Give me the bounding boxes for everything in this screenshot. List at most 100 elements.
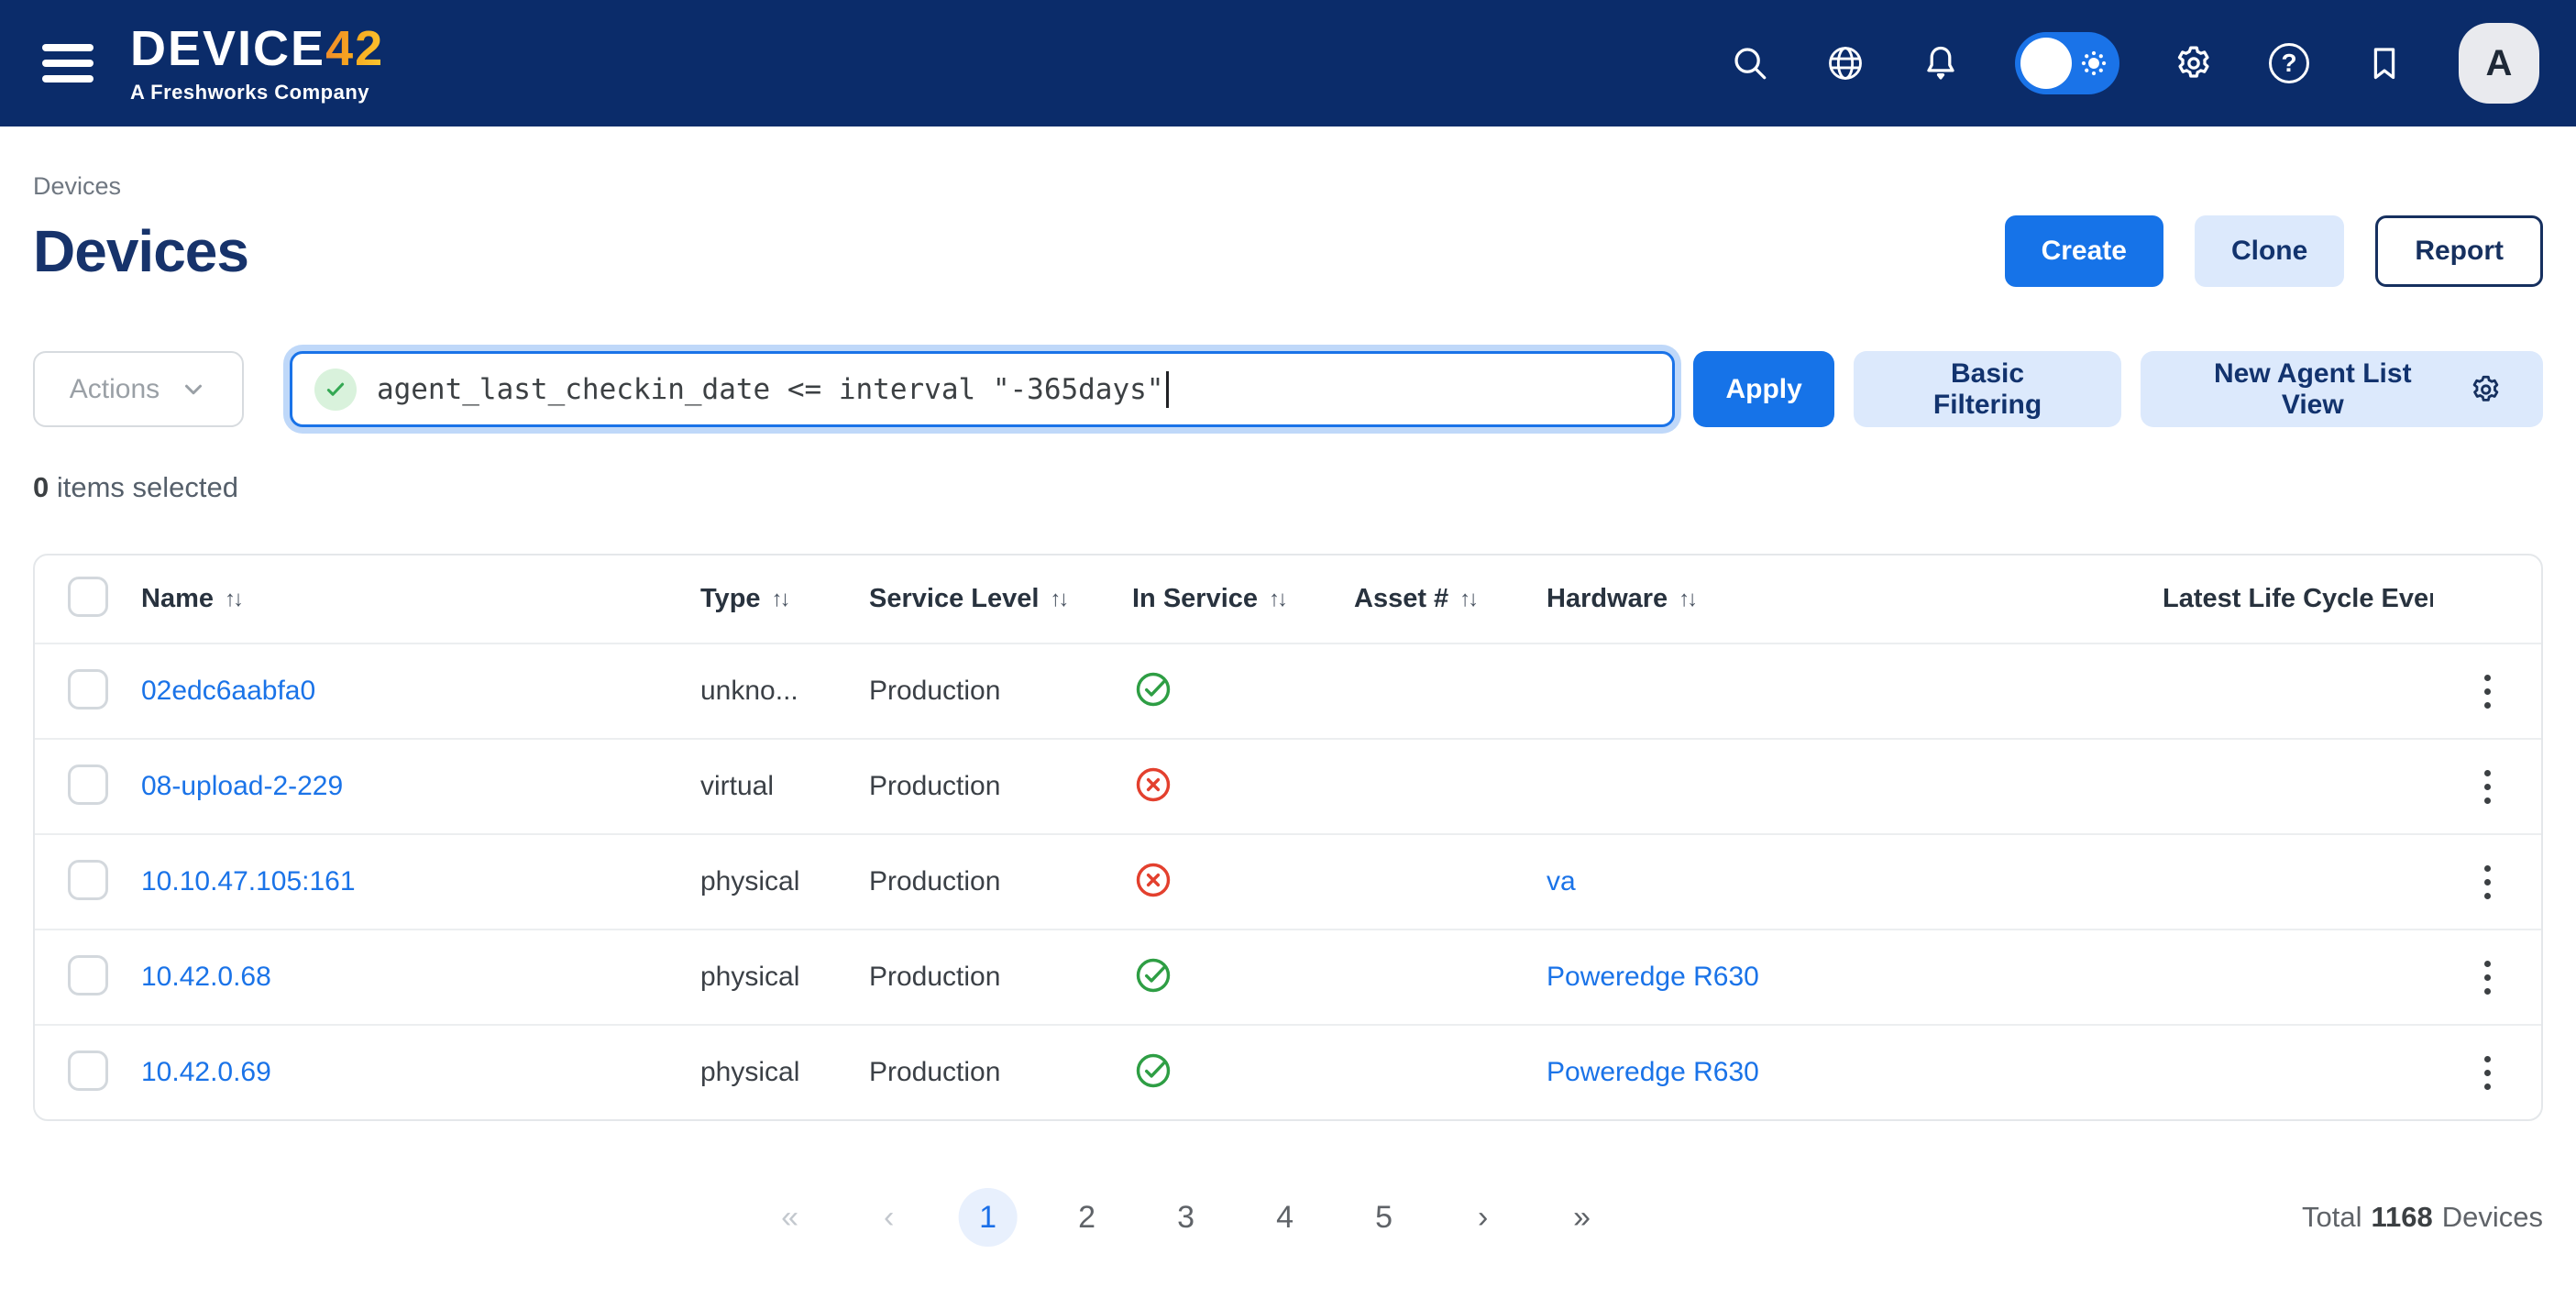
chevron-down-icon (180, 376, 207, 403)
pagination-page[interactable]: 5 (1355, 1188, 1414, 1247)
in-service-yes-icon (1132, 984, 1174, 1000)
theme-toggle[interactable] (2015, 32, 2119, 94)
sort-icon[interactable]: ↑↓ (1269, 587, 1285, 612)
row-actions-cell (2433, 666, 2541, 718)
row-actions-cell (2433, 1047, 2541, 1099)
row-actions-cell (2433, 952, 2541, 1004)
row-kebab-menu[interactable] (2433, 856, 2541, 908)
create-button[interactable]: Create (2005, 215, 2163, 287)
row-kebab-menu[interactable] (2433, 666, 2541, 718)
in-service-no-icon (1132, 794, 1174, 809)
bookmark-icon[interactable] (2363, 42, 2405, 84)
basic-filtering-button[interactable]: Basic Filtering (1854, 351, 2121, 427)
brand-text: DEVICE (130, 21, 325, 76)
column-header: Asset #↑↓ (1321, 584, 1514, 614)
settings-gear-icon[interactable] (2173, 42, 2215, 84)
column-header-label: Name (141, 584, 214, 614)
sort-icon[interactable]: ↑↓ (772, 587, 788, 612)
query-valid-icon (314, 368, 357, 411)
clone-button[interactable]: Clone (2195, 215, 2344, 287)
column-header: Name ↑↓ (108, 584, 667, 614)
service-level-cell: Production (836, 866, 1099, 897)
row-checkbox-cell (35, 1050, 108, 1095)
table-row: 10.10.47.105:161physicalProductionva (35, 833, 2541, 929)
row-checkbox-cell (35, 764, 108, 809)
row-checkbox-cell (35, 955, 108, 1000)
brand-logo[interactable]: DEVICE42 A Freshworks Company (130, 24, 384, 103)
hardware-link[interactable]: Poweredge R630 (1547, 962, 1759, 992)
in-service-cell (1099, 859, 1321, 906)
row-actions-cell (2433, 761, 2541, 813)
notifications-bell-icon[interactable] (1920, 42, 1962, 84)
type-cell: unkno... (667, 676, 836, 707)
pagination-page[interactable]: 4 (1256, 1188, 1315, 1247)
pagination-first[interactable]: « (761, 1188, 820, 1247)
row-checkbox[interactable] (68, 1050, 108, 1091)
help-icon[interactable]: ? (2268, 42, 2310, 84)
sort-icon[interactable]: ↑↓ (1459, 587, 1476, 612)
column-header: In Service ↑↓ (1099, 584, 1321, 614)
device-name-link[interactable]: 02edc6aabfa0 (141, 676, 315, 706)
pagination-page[interactable]: 1 (959, 1188, 1018, 1247)
hardware-cell: Poweredge R630 (1514, 962, 2130, 993)
page-title: Devices (33, 217, 248, 285)
service-level-cell: Production (836, 676, 1099, 707)
in-service-cell (1099, 764, 1321, 810)
row-actions-cell (2433, 856, 2541, 908)
filter-query-input[interactable]: agent_last_checkin_date <= interval "-36… (290, 351, 1675, 427)
device-name-link[interactable]: 10.42.0.69 (141, 1057, 271, 1087)
apply-button[interactable]: Apply (1693, 351, 1834, 427)
row-kebab-menu[interactable] (2433, 1047, 2541, 1099)
type-cell: physical (667, 1057, 836, 1088)
device-name-link[interactable]: 10.42.0.68 (141, 962, 271, 992)
row-checkbox[interactable] (68, 669, 108, 710)
pagination-last[interactable]: » (1553, 1188, 1612, 1247)
row-kebab-menu[interactable] (2433, 761, 2541, 813)
column-header-label: Service Level (869, 584, 1039, 614)
row-checkbox-cell (35, 669, 108, 714)
device-name-link[interactable]: 08-upload-2-229 (141, 771, 343, 801)
hardware-link[interactable]: va (1547, 866, 1576, 896)
pagination-page[interactable]: 2 (1058, 1188, 1117, 1247)
sort-icon[interactable]: ↑↓ (1679, 587, 1695, 612)
breadcrumb[interactable]: Devices (33, 172, 2543, 201)
search-icon[interactable] (1729, 42, 1771, 84)
sort-icon[interactable]: ↑↓ (1050, 587, 1066, 612)
brand-number: 42 (325, 21, 384, 76)
globe-icon[interactable] (1824, 42, 1866, 84)
name-cell: 10.42.0.68 (108, 962, 667, 993)
query-text: agent_last_checkin_date <= interval "-36… (377, 373, 1164, 406)
in-service-yes-icon (1132, 1080, 1174, 1095)
actions-dropdown[interactable]: Actions (33, 351, 244, 427)
pagination: « ‹ 12345 › » (761, 1188, 1612, 1247)
column-header: Service Level ↑↓ (836, 584, 1099, 614)
row-checkbox[interactable] (68, 764, 108, 805)
pagination-prev[interactable]: ‹ (860, 1188, 919, 1247)
devices-table: Name↑↓Type↑↓Service Level↑↓In Service↑↓A… (33, 554, 2543, 1121)
hardware-cell: va (1514, 866, 2130, 897)
brand-tagline: A Freshworks Company (130, 82, 384, 103)
new-agent-list-view-button[interactable]: New Agent List View (2141, 351, 2543, 427)
row-kebab-menu[interactable] (2433, 952, 2541, 1004)
pagination-next[interactable]: › (1454, 1188, 1513, 1247)
row-checkbox[interactable] (68, 860, 108, 900)
row-checkbox[interactable] (68, 955, 108, 996)
user-avatar[interactable]: A (2459, 23, 2539, 104)
hamburger-menu-icon[interactable] (37, 38, 99, 88)
column-header-label: Latest Life Cycle Ever (2163, 584, 2433, 614)
table-row: 02edc6aabfa0 unkno...Production (35, 643, 2541, 738)
hardware-link[interactable]: Poweredge R630 (1547, 1057, 1759, 1087)
report-button[interactable]: Report (2375, 215, 2543, 287)
select-all-checkbox[interactable] (68, 577, 108, 617)
sort-icon[interactable]: ↑↓ (225, 587, 241, 612)
column-header: Hardware ↑↓ (1514, 584, 2130, 614)
navbar-icons: ? A (1729, 23, 2539, 104)
device-name-link[interactable]: 10.10.47.105:161 (141, 866, 356, 896)
column-header-label: Hardware (1547, 584, 1668, 614)
table-row: 10.42.0.68physicalProductionPoweredge R6… (35, 929, 2541, 1024)
column-header-label: In Service (1132, 584, 1258, 614)
pagination-page[interactable]: 3 (1157, 1188, 1216, 1247)
type-cell: physical (667, 962, 836, 993)
table-row: 10.42.0.69physicalProductionPoweredge R6… (35, 1024, 2541, 1119)
in-service-no-icon (1132, 889, 1174, 905)
